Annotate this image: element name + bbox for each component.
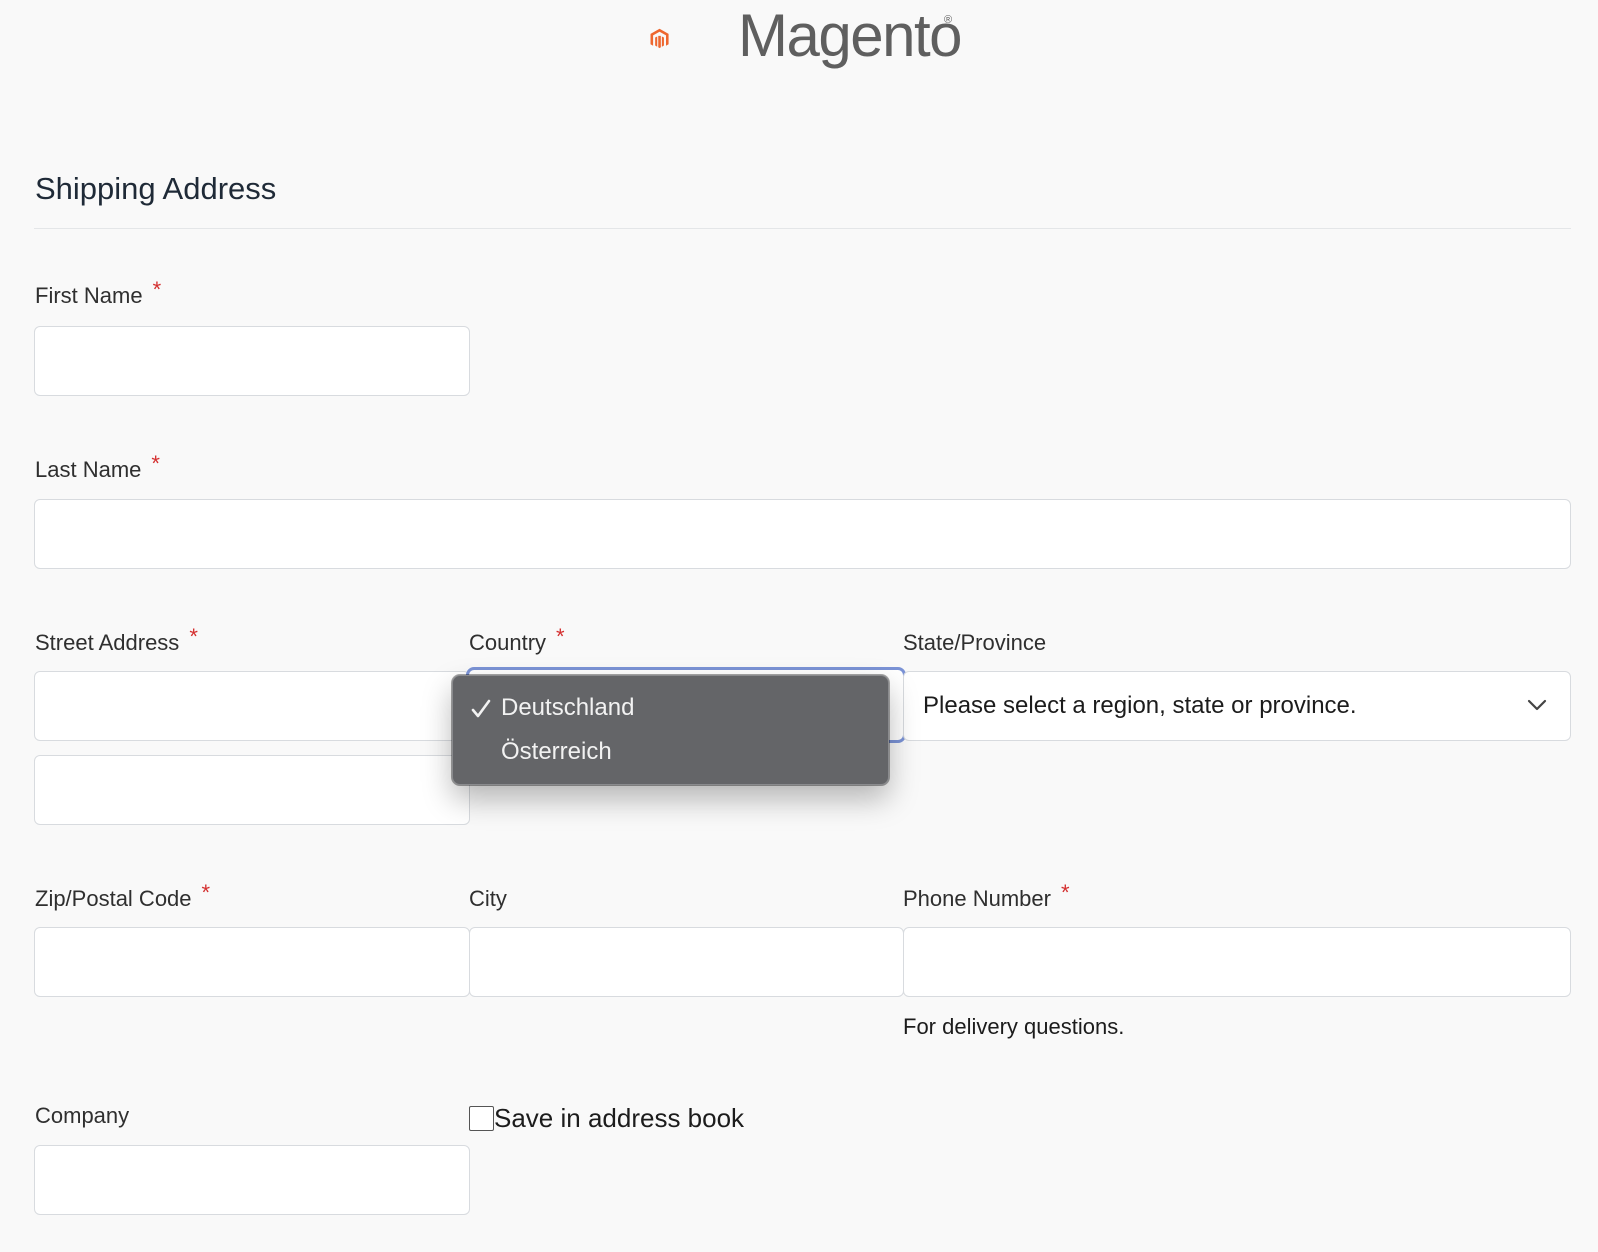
- logo-wordmark: Magento: [738, 2, 963, 69]
- required-marker: *: [1060, 880, 1070, 905]
- first-name-label: First Name *: [35, 277, 161, 309]
- last-name-label: Last Name *: [35, 451, 160, 483]
- company-input[interactable]: [34, 1145, 470, 1215]
- phone-number-input[interactable]: [903, 927, 1571, 997]
- street-address-label-text: Street Address: [35, 630, 180, 655]
- chevron-down-icon: [1527, 699, 1547, 711]
- street-address-line1-input[interactable]: [34, 671, 470, 741]
- required-marker: *: [556, 624, 565, 649]
- last-name-label-text: Last Name: [35, 457, 142, 482]
- zip-postal-code-label-text: Zip/Postal Code: [35, 886, 192, 911]
- heading-divider: [34, 228, 1571, 229]
- country-dropdown-menu: Deutschland Österreich: [452, 675, 889, 785]
- save-address-label[interactable]: Save in address book: [494, 1103, 744, 1134]
- required-marker: *: [189, 624, 198, 649]
- magento-logo-icon: [650, 28, 669, 49]
- state-province-value: Please select a region, state or provinc…: [923, 692, 1357, 719]
- first-name-label-text: First Name: [35, 283, 143, 308]
- city-input[interactable]: [469, 927, 904, 997]
- state-province-select[interactable]: Please select a region, state or provinc…: [903, 671, 1571, 741]
- country-label-text: Country: [469, 630, 547, 655]
- zip-postal-code-input[interactable]: [34, 927, 470, 997]
- state-province-label: State/Province: [903, 630, 1047, 655]
- phone-number-label: Phone Number *: [903, 880, 1070, 912]
- street-address-label: Street Address *: [35, 624, 198, 656]
- country-option-deutschland[interactable]: Deutschland: [501, 694, 634, 722]
- required-marker: *: [201, 880, 211, 905]
- required-marker: *: [151, 451, 160, 476]
- logo-registered-mark: ®: [944, 14, 953, 26]
- country-option-oesterreich[interactable]: Österreich: [501, 738, 612, 766]
- save-address-checkbox[interactable]: [469, 1106, 494, 1131]
- checkmark-icon: [471, 699, 491, 718]
- page-title: Shipping Address: [35, 171, 277, 206]
- phone-number-label-text: Phone Number: [903, 886, 1051, 911]
- zip-postal-code-label: Zip/Postal Code *: [35, 880, 210, 912]
- last-name-input[interactable]: [34, 499, 1571, 569]
- country-label: Country *: [469, 624, 565, 656]
- company-label: Company: [35, 1103, 130, 1128]
- required-marker: *: [152, 277, 162, 302]
- phone-help-text: For delivery questions.: [903, 1014, 1125, 1039]
- city-label: City: [469, 886, 507, 911]
- street-address-line2-input[interactable]: [34, 755, 470, 825]
- first-name-input[interactable]: [34, 326, 470, 396]
